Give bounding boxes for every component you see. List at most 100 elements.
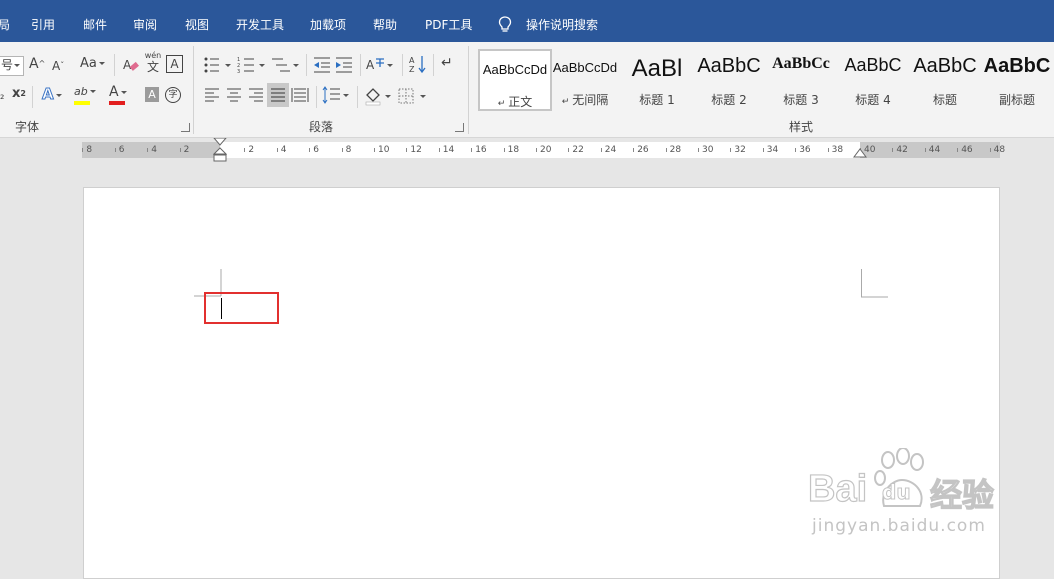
horizontal-ruler[interactable]: 8 6 4 2 2 4 6 8 10 12 14 16 18 20 22 24 26 28 30 32 34 36 38 40… [82,138,1005,162]
ruler-number: 36 [799,145,811,155]
decrease-indent-icon[interactable] [313,56,331,74]
align-left-icon[interactable] [204,88,220,102]
ruler-tick [568,148,570,152]
font-size-box[interactable]: 号 [0,56,24,76]
align-right-icon[interactable] [248,88,264,102]
ruler-number: 2 [248,145,255,155]
ruler-tick [989,148,991,152]
font-dialog-launcher[interactable] [181,123,190,132]
ruler-number: 6 [118,145,125,155]
ruler-number: 20 [540,145,552,155]
ruler-number: 34 [766,145,779,155]
bullets-icon[interactable] [203,56,233,74]
ruler-tick [114,148,116,152]
shrink-font-button[interactable]: Aˇ [52,58,64,75]
grow-font-button[interactable]: A^ [29,56,45,73]
watermark-brand: Bai [807,467,868,510]
ruler-number: 6 [313,145,319,155]
style-tile-1[interactable]: AaBbCcDd ↵ 无间隔 [550,49,620,107]
style-label: 无间隔 [572,93,609,107]
distributed-icon[interactable] [291,87,309,103]
style-tile-4[interactable]: AaBbCc 标题 3 [766,49,836,107]
ruler-tick [600,148,602,152]
show-marks-icon[interactable]: ↵ [441,55,453,71]
align-center-icon[interactable] [226,88,242,102]
character-shading-button[interactable]: A [145,87,159,102]
increase-indent-icon[interactable] [335,56,353,74]
style-tile-6[interactable]: AaBbC 标题 [910,49,980,107]
style-label: 正文 [508,95,533,109]
ruler-tick [762,148,764,152]
style-tile-2[interactable]: AaBl 标题 1 [622,49,692,107]
tell-me-search[interactable]: 操作说明搜索 [526,0,598,42]
chinese-layout-icon[interactable]: A [366,55,394,75]
right-indent-marker-icon[interactable] [853,148,867,158]
tab-7[interactable]: 帮助 [373,0,397,42]
svg-text:A: A [409,56,415,65]
style-tile-0[interactable]: AaBbCcDd ↵ 正文 [478,49,552,111]
ruler-tick [374,148,375,152]
baidu-jingyan-watermark: Bai du 经验 jingyan.baidu.com [806,446,1006,546]
indent-marker-icon[interactable] [213,138,227,166]
numbering-icon[interactable]: 123 [237,56,267,74]
clear-formatting-icon[interactable]: A [122,56,140,74]
font-color-button[interactable]: A [109,84,127,105]
style-tile-3[interactable]: AaBbC 标题 2 [694,49,764,107]
highlight-color-button[interactable]: ab [74,84,96,105]
style-tile-5[interactable]: AaBbC 标题 4 [838,49,908,107]
ruler-tick [179,148,181,152]
multilevel-list-icon[interactable] [271,56,301,74]
tab-4[interactable]: 视图 [185,0,209,42]
tab-0[interactable]: 局 [0,0,10,42]
text-effects-button[interactable]: A [42,86,62,104]
subscript-button[interactable]: ₂ [0,88,4,104]
style-label: 标题 4 [855,93,891,107]
paragraph-group-label: 段落 [309,120,334,134]
tab-2[interactable]: 邮件 [83,0,107,42]
ruler-tick [406,148,408,152]
enclose-characters-button[interactable]: 字 [165,87,181,103]
ruler-number: 8 [86,145,93,155]
phonetic-guide-button[interactable]: wén 文 [144,51,162,74]
ruler-tick [892,148,894,152]
ruler-tick [795,148,797,152]
ruler-number: 32 [734,145,746,155]
paragraph-dialog-launcher[interactable] [455,123,464,132]
ruler-tick [633,148,635,152]
style-tile-7[interactable]: AaBbC 副标题 [982,49,1052,107]
tab-6[interactable]: 加载项 [310,0,346,42]
style-preview: AaBbC [913,55,977,77]
style-preview: AaBbCcDd [552,60,618,75]
shading-icon[interactable] [364,86,392,106]
margin-corner-top-right [861,269,888,298]
tab-5[interactable]: 开发工具 [236,0,284,42]
change-case-button[interactable]: Aa [80,56,105,72]
watermark-paw-text: du [882,480,912,505]
style-label: 标题 1 [639,93,675,107]
ruler-number: 44 [928,145,941,155]
tab-1[interactable]: 引用 [31,0,55,42]
ribbon-tab-bar: 局引用 邮件 审阅 视图 开发工具 加载项 帮助 PDF工具 操作说明搜索 [0,0,1054,42]
ruler-number: 30 [702,145,714,155]
borders-icon[interactable] [398,87,428,105]
ruler-number: 2 [183,145,190,155]
ruler-number: 46 [961,145,973,155]
style-label: 标题 2 [711,93,747,107]
character-border-button[interactable]: A [166,55,183,73]
tab-3[interactable]: 审阅 [133,0,157,42]
cursor-highlight-box [204,292,279,324]
justify-icon [271,88,285,102]
ruler-number: 26 [637,145,649,155]
style-preview: AaBbC [844,55,902,75]
line-spacing-icon[interactable] [322,86,350,104]
svg-text:Z: Z [409,65,415,74]
justify-button[interactable] [267,83,289,107]
superscript-button[interactable]: x2 [12,86,26,102]
sort-icon[interactable]: AZ [408,54,428,74]
ruler-tick [276,148,278,152]
tab-8[interactable]: PDF工具 [425,0,472,42]
ruler-tick [827,148,829,152]
paragraph-mark-icon: ↵ [497,99,506,109]
ruler-number: 28 [669,145,682,155]
ruler-number: 24 [604,145,617,155]
